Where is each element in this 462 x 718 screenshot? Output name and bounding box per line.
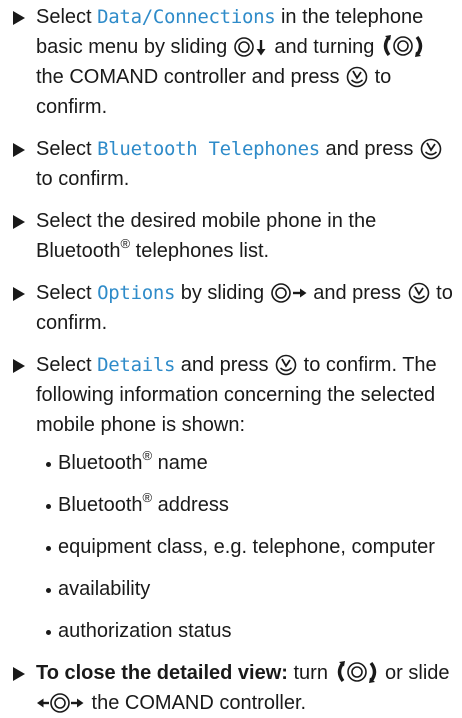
- step-arrow-icon: [13, 143, 25, 157]
- registered-mark: ®: [142, 448, 153, 463]
- press-controller-icon: [345, 66, 369, 88]
- step-arrow-icon: [13, 11, 25, 25]
- step-arrow-icon: [13, 215, 25, 229]
- registered-mark: ®: [142, 490, 153, 505]
- list-item: equipment class, e.g. telephone, compute…: [46, 532, 454, 562]
- slide-down-icon: [233, 36, 269, 58]
- details-list: Bluetooth® name Bluetooth® address equip…: [36, 448, 454, 646]
- press-controller-icon: [419, 138, 443, 160]
- menu-item-data-connections: Data/Connections: [97, 6, 276, 28]
- instruction-page: Select Data/Connections in the telephone…: [0, 0, 462, 714]
- list-item: availability: [46, 574, 454, 604]
- press-controller-icon: [274, 354, 298, 376]
- list-item: Bluetooth® name: [46, 448, 454, 478]
- turn-controller-icon: [334, 660, 380, 684]
- instruction-step-2: Select Bluetooth Telephones and press to…: [12, 134, 454, 194]
- press-controller-icon: [407, 282, 431, 304]
- slide-left-right-icon: [36, 692, 86, 714]
- step-arrow-icon: [13, 287, 25, 301]
- step-arrow-icon: [13, 359, 25, 373]
- step-arrow-icon: [13, 667, 25, 681]
- list-item: authorization status: [46, 616, 454, 646]
- list-item: Bluetooth® address: [46, 490, 454, 520]
- registered-mark: ®: [120, 236, 131, 251]
- instruction-step-1: Select Data/Connections in the telephone…: [12, 2, 454, 122]
- slide-right-icon: [270, 282, 308, 304]
- instruction-step-6: To close the detailed view: turn or slid…: [12, 658, 454, 718]
- instruction-step-5: Select Details and press to confirm. The…: [12, 350, 454, 646]
- menu-item-bluetooth-telephones: Bluetooth Telephones: [97, 138, 320, 160]
- instruction-step-3: Select the desired mobile phone in the B…: [12, 206, 454, 266]
- instruction-step-4: Select Options by sliding and press to c…: [12, 278, 454, 338]
- menu-item-options: Options: [97, 282, 176, 304]
- menu-item-details: Details: [97, 354, 176, 376]
- turn-controller-icon: [380, 34, 426, 58]
- step-heading: To close the detailed view:: [36, 662, 288, 684]
